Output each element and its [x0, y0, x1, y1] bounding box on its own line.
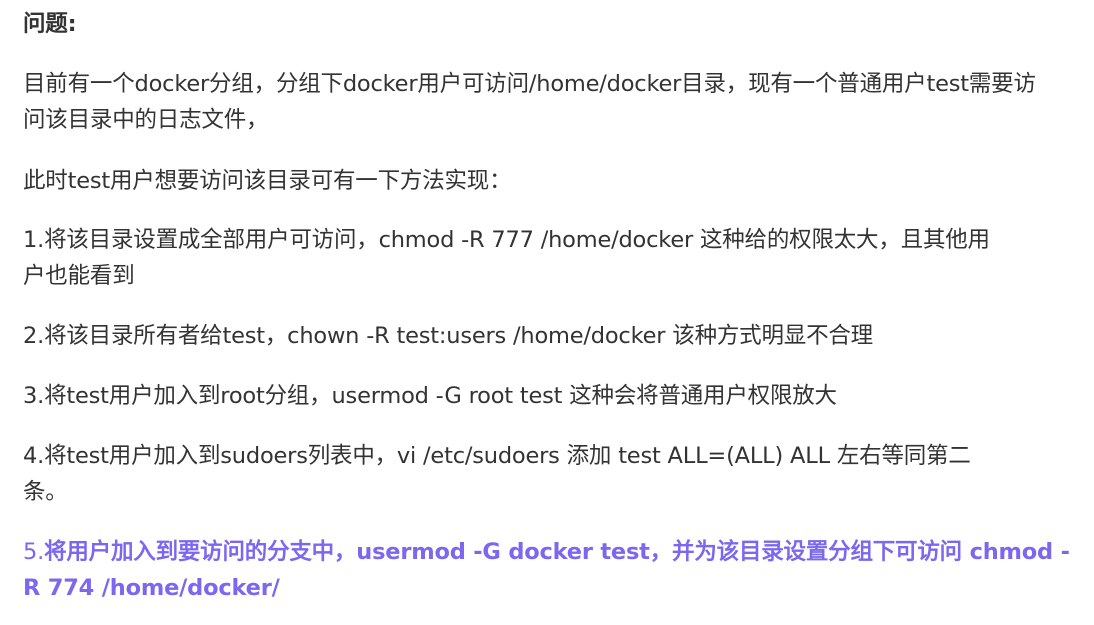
method-2: 2.将该目录所有者给test，chown -R test:users /home… — [23, 323, 873, 349]
question-heading: 问题: — [23, 11, 77, 37]
method-4-line-2: 条。 — [23, 479, 68, 505]
method-4-line-1: 4.将test用户加入到sudoers列表中，vi /etc/sudoers 添… — [23, 443, 971, 469]
method-1-line-1: 1.将该目录设置成全部用户可访问，chmod -R 777 /home/dock… — [23, 227, 990, 253]
method-3: 3.将test用户加入到root分组，usermod -G root test … — [23, 383, 837, 409]
method-5-line-1: 5.将用户加入到要访问的分支中，usermod -G docker test，并… — [23, 534, 1070, 570]
method-5-line-2: R 774 /home/docker/ — [23, 575, 280, 601]
methods-intro: 此时test用户想要访问该目录可有一下方法实现： — [23, 168, 512, 194]
method-1-line-2: 户也能看到 — [23, 263, 135, 289]
method-5-number: 5. — [23, 539, 45, 565]
problem-description-line-2: 问该目录中的日志文件， — [23, 107, 269, 133]
problem-description-line-1: 目前有一个docker分组，分组下docker用户可访问/home/docker… — [23, 71, 1036, 97]
article: 问题: 目前有一个docker分组，分组下docker用户可访问/home/do… — [0, 0, 1094, 625]
method-5-text: 将用户加入到要访问的分支中，usermod -G docker test，并为该… — [44, 539, 1070, 565]
